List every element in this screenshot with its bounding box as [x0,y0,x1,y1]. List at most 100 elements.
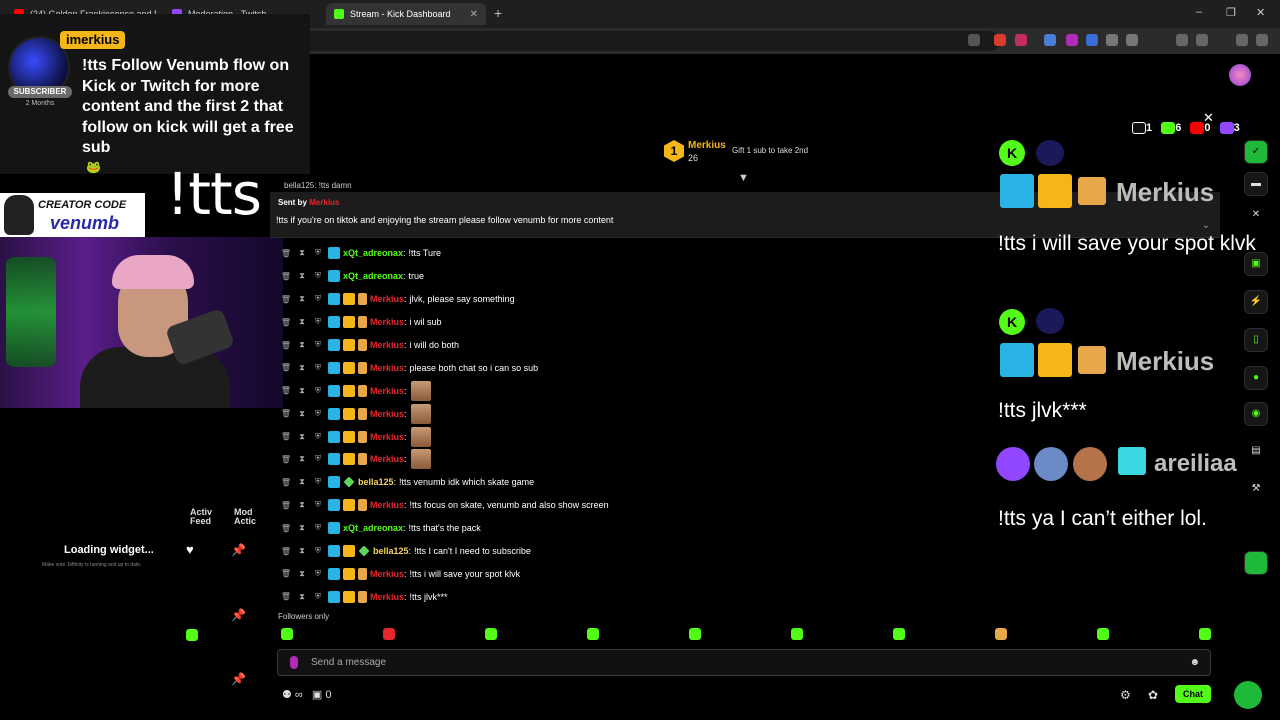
chatter-avatar-icon[interactable] [587,628,599,640]
trash-icon[interactable]: 🗑 [280,478,292,487]
rewards-icon[interactable] [1015,34,1027,46]
wrench-icon[interactable]: ⚒ [1244,478,1268,502]
ban-icon[interactable]: ⛨ [312,386,324,396]
ban-icon[interactable]: ⛨ [312,523,324,533]
chat-message[interactable]: 🗑 ⧗ ⛨ Merkius: i will do both [280,334,980,357]
timeout-icon[interactable]: ⧗ [296,454,308,464]
chat-username[interactable]: Merkius [370,317,404,327]
pin-icon[interactable]: 📌 [231,543,246,557]
chat-message[interactable]: 🗑 ⧗ ⛨ Merkius: i wil sub [280,311,980,334]
ban-icon[interactable]: ⛨ [312,409,324,419]
timeout-icon[interactable]: ⧗ [296,248,308,258]
chat-message[interactable]: 🗑 ⧗ ⛨ Merkius: !tts jlvk*** [280,585,980,608]
sidebar-icon[interactable] [1176,34,1188,46]
ban-icon[interactable]: ⛨ [312,432,324,442]
chatter-avatar-icon[interactable] [1199,628,1211,640]
ban-icon[interactable]: ⛨ [312,500,324,510]
timeout-icon[interactable]: ⧗ [296,592,308,602]
trash-icon[interactable]: 🗑 [280,501,292,510]
trash-icon[interactable]: 🗑 [280,341,292,350]
chatter-avatar-icon[interactable] [485,628,497,640]
chat-username[interactable]: bella125 [373,546,409,556]
trash-icon[interactable]: 🗑 [280,524,292,533]
extensions-menu-icon[interactable] [1126,34,1138,46]
chat-message[interactable]: 🗑 ⧗ ⛨ Merkius: [280,425,980,448]
vpn-icon[interactable] [1236,34,1248,46]
chat-message[interactable]: 🗑 ⧗ ⛨ Merkius: [280,379,980,402]
heart-icon[interactable]: ♥ [186,542,194,557]
chat-username[interactable]: Merkius [370,569,404,579]
trash-icon[interactable]: 🗑 [280,455,292,464]
chat-message[interactable]: 🗑 ⧗ ⛨ xQt_adreonax: !tts that's the pack [280,517,980,540]
share-icon[interactable] [968,34,980,46]
trash-icon[interactable]: 🗑 [280,295,292,304]
chat-username[interactable]: Merkius [370,500,404,510]
app-icon[interactable] [1244,551,1268,575]
chat-message[interactable]: 🗑 ⧗ ⛨ Merkius: jlvk, please say something [280,288,980,311]
timeout-icon[interactable]: ⧗ [296,363,308,373]
settings-icon[interactable]: ✿ [1148,688,1158,702]
ban-icon[interactable]: ⛨ [312,546,324,556]
close-icon[interactable]: ✕ [1244,204,1268,228]
chat-message[interactable]: 🗑 ⧗ ⛨ Merkius: !tts i will save your spot kl… [280,562,980,585]
trash-icon[interactable]: 🗑 [280,569,292,578]
trash-icon[interactable]: 🗑 [280,249,292,258]
timeout-icon[interactable]: ⧗ [296,569,308,579]
trash-icon[interactable]: 🗑 [280,318,292,327]
extension-icon[interactable] [1066,34,1078,46]
chat-message[interactable]: 🗑 ⧗ ⛨ xQt_adreonax: true [280,265,980,288]
chat-username[interactable]: Merkius [370,409,404,419]
pin-icon[interactable]: 📌 [231,672,246,686]
document-icon[interactable]: ▯ [1244,328,1268,352]
chat-message[interactable]: 🗑 ⧗ ⛨ bella125: !tts I can't I need to subsc… [280,540,980,563]
trash-icon[interactable]: 🗑 [280,592,292,601]
timeout-icon[interactable]: ⧗ [296,271,308,281]
layout-icon[interactable]: ▬ [1244,172,1268,196]
timeout-icon[interactable]: ⧗ [296,523,308,533]
chatter-avatar-icon[interactable] [791,628,803,640]
ban-icon[interactable]: ⛨ [312,317,324,327]
chat-message[interactable]: 🗑 ⧗ ⛨ Merkius: [280,448,980,471]
trash-icon[interactable]: 🗑 [280,409,292,418]
card-icon[interactable]: ▤ [1244,440,1268,464]
pin-icon[interactable]: 📌 [231,608,246,622]
gift-sub-prompt[interactable]: Gift 1 sub to take 2nd [732,146,808,155]
chat-username[interactable]: xQt_adreonax [343,248,403,258]
mod-actions-tab[interactable]: Mod Actic [234,508,264,526]
timeout-icon[interactable]: ⧗ [296,386,308,396]
chat-message[interactable]: 🗑 ⧗ ⛨ bella125: !tts venumb idk which skate … [280,471,980,494]
chatter-avatar-icon[interactable] [281,628,293,640]
emoji-icon[interactable]: ☻ [1189,657,1200,668]
user-icon[interactable] [186,629,198,641]
camera-icon[interactable]: ▣ [1244,252,1268,276]
chat-username[interactable]: xQt_adreonax [343,523,403,533]
timeout-icon[interactable]: ⧗ [296,317,308,327]
new-tab-button[interactable]: + [494,5,502,21]
chatter-avatar-icon[interactable] [995,628,1007,640]
chatter-avatar-icon[interactable] [689,628,701,640]
trash-icon[interactable]: 🗑 [280,363,292,372]
chat-button[interactable]: Chat [1175,685,1211,703]
collapse-icon[interactable]: ▼ [738,172,749,184]
timeout-icon[interactable]: ⧗ [296,409,308,419]
chatter-avatar-icon[interactable] [893,628,905,640]
timeout-icon[interactable]: ⧗ [296,500,308,510]
broadcast-icon[interactable]: ◉ [1244,402,1268,426]
extension-icon[interactable] [1106,34,1118,46]
live-icon[interactable]: ✓ [1244,140,1268,164]
ban-icon[interactable]: ⛨ [312,592,324,602]
ban-icon[interactable]: ⛨ [312,271,324,281]
chat-username[interactable]: bella125 [358,477,394,487]
chat-username[interactable]: Merkius [370,294,404,304]
chat-message[interactable]: 🗑 ⧗ ⛨ Merkius: !tts focus on skate, venumb a… [280,494,980,517]
timeout-icon[interactable]: ⧗ [296,340,308,350]
close-icon[interactable]: ✕ [1203,110,1214,126]
timeout-icon[interactable]: ⧗ [296,477,308,487]
ban-icon[interactable]: ⛨ [312,248,324,258]
brave-shield-icon[interactable] [994,34,1006,46]
activity-feed-tab[interactable]: Activ Feed [190,508,220,526]
message-input[interactable]: Send a message ☻ [277,649,1211,676]
chat-username[interactable]: Merkius [370,386,404,396]
ban-icon[interactable]: ⛨ [312,569,324,579]
support-icon[interactable] [1234,681,1262,709]
